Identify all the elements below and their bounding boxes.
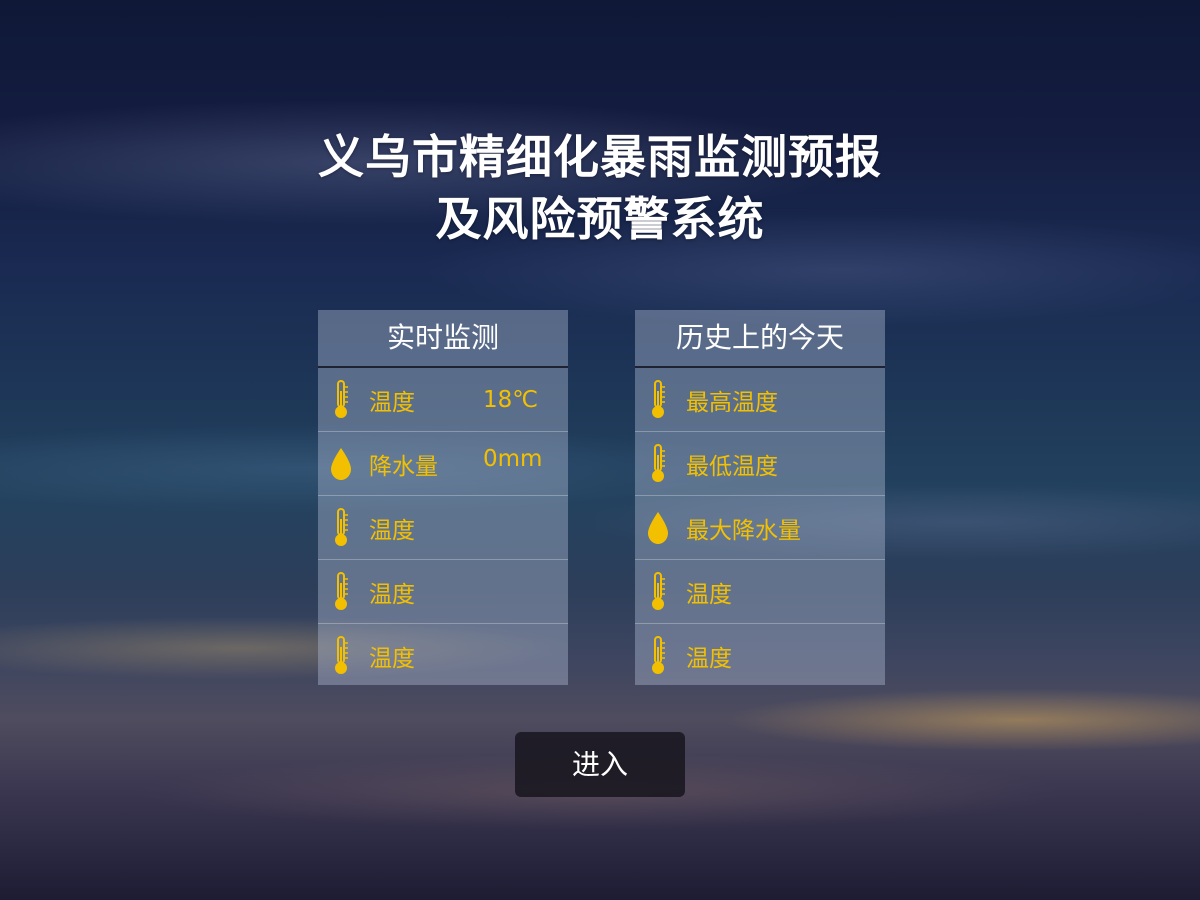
title-line-2: 及风险预警系统 — [435, 192, 765, 246]
history-row-max-precipitation[interactable]: 最大降水量 — [635, 496, 885, 560]
history-row-temperature[interactable]: 温度 — [635, 624, 885, 688]
history-row-label: 最低温度 — [686, 453, 778, 480]
history-row-min-temperature[interactable]: 最低温度 — [635, 432, 885, 496]
raindrop-icon — [646, 506, 670, 550]
realtime-row-temperature[interactable]: 温度 — [318, 624, 568, 688]
history-row-label: 温度 — [686, 581, 732, 608]
history-row-max-temperature[interactable]: 最高温度 — [635, 368, 885, 432]
history-panel: 历史上的今天 最高温度 最低温度 最大降水量 温度 温度 — [635, 310, 885, 685]
realtime-row-temperature[interactable]: 温度 18℃ — [318, 368, 568, 432]
title-line-1: 义乌市精细化暴雨监测预报 — [318, 130, 882, 184]
raindrop-icon — [329, 442, 353, 486]
realtime-row-label: 温度 — [369, 646, 415, 672]
realtime-row-label: 温度 — [369, 517, 415, 544]
thermometer-icon — [329, 506, 353, 550]
thermometer-icon — [329, 634, 353, 678]
thermometer-icon — [646, 378, 670, 422]
realtime-row-label: 温度 — [369, 581, 415, 608]
page-title: 义乌市精细化暴雨监测预报 及风险预警系统 — [0, 126, 1200, 250]
thermometer-icon — [646, 442, 670, 486]
realtime-row-label: 降水量 — [369, 453, 438, 480]
history-panel-header: 历史上的今天 — [635, 310, 885, 368]
history-row-label: 最大降水量 — [686, 517, 801, 544]
realtime-row-precipitation[interactable]: 降水量 0mm — [318, 432, 568, 496]
thermometer-icon — [329, 378, 353, 422]
realtime-row-temperature[interactable]: 温度 — [318, 560, 568, 624]
thermometer-icon — [646, 634, 670, 678]
history-row-label: 温度 — [686, 646, 732, 672]
history-row-temperature[interactable]: 温度 — [635, 560, 885, 624]
realtime-row-label: 温度 — [369, 389, 415, 416]
thermometer-icon — [329, 570, 353, 614]
realtime-row-temperature[interactable]: 温度 — [318, 496, 568, 560]
history-row-label: 最高温度 — [686, 389, 778, 416]
realtime-row-value: 0mm — [483, 446, 543, 472]
realtime-row-value: 18℃ — [483, 386, 539, 413]
realtime-panel: 实时监测 温度 18℃ 降水量 0mm 温度 温度 温度 — [318, 310, 568, 685]
thermometer-icon — [646, 570, 670, 614]
realtime-panel-header: 实时监测 — [318, 310, 568, 368]
enter-button[interactable]: 进入 — [515, 732, 685, 797]
